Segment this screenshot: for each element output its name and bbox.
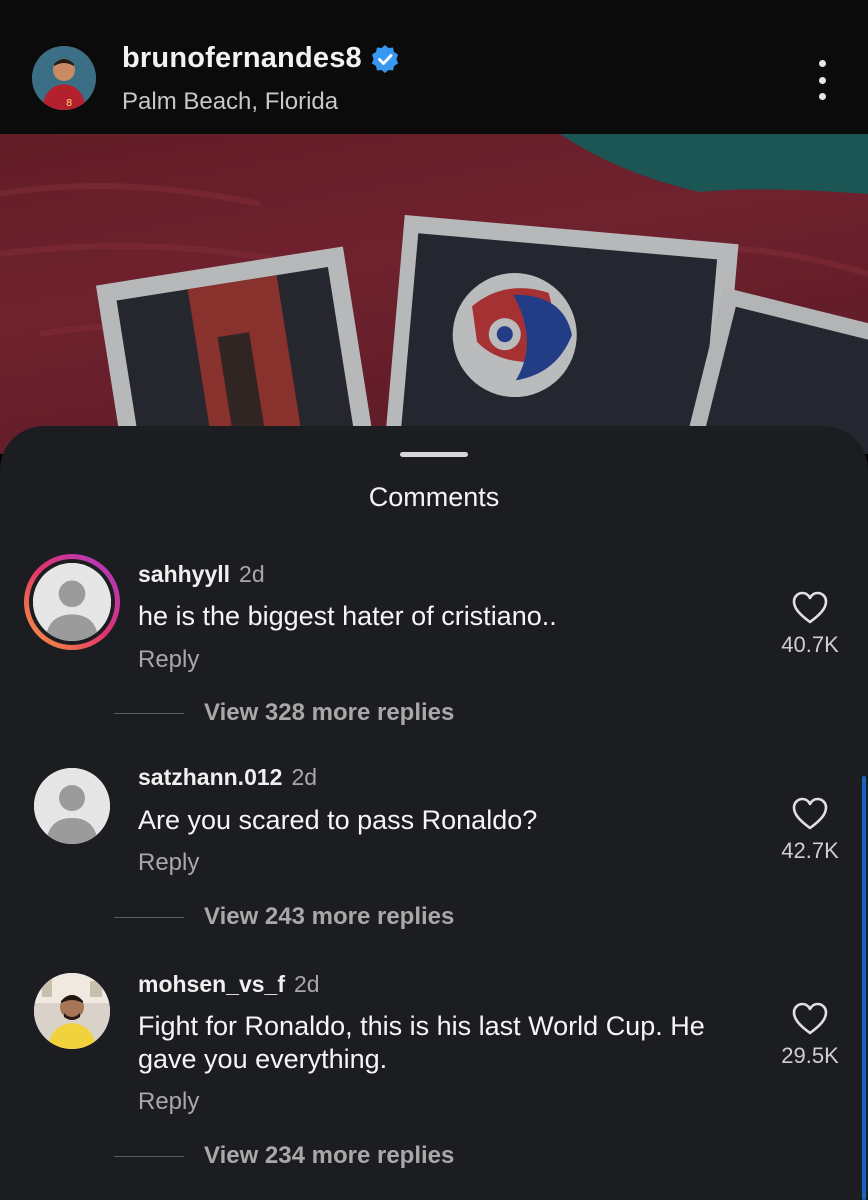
default-avatar-icon bbox=[34, 768, 110, 844]
comment-username[interactable]: satzhann.012 bbox=[138, 764, 282, 791]
reply-button[interactable]: Reply bbox=[138, 849, 199, 877]
scrollbar[interactable] bbox=[862, 776, 866, 1200]
profile-avatar[interactable]: 8 bbox=[32, 46, 96, 110]
default-avatar-icon bbox=[33, 563, 111, 641]
sheet-title: Comments bbox=[368, 482, 500, 512]
post-location[interactable]: Palm Beach, Florida bbox=[122, 88, 338, 116]
verified-badge-icon bbox=[371, 44, 398, 73]
view-replies-label[interactable]: View 234 more replies bbox=[204, 1142, 454, 1170]
comment-time: 2d bbox=[239, 561, 265, 587]
reply-button[interactable]: Reply bbox=[138, 1088, 199, 1116]
post-username[interactable]: brunofernandes8 bbox=[122, 42, 362, 75]
more-vertical-icon[interactable] bbox=[808, 60, 836, 100]
comment-time: 2d bbox=[294, 971, 320, 997]
image-dim-overlay bbox=[0, 134, 868, 454]
reply-button[interactable]: Reply bbox=[138, 646, 199, 674]
comment-time: 2d bbox=[291, 764, 318, 790]
post-image[interactable] bbox=[0, 134, 868, 454]
divider-line bbox=[114, 916, 184, 918]
heart-icon[interactable] bbox=[791, 590, 829, 626]
heart-icon[interactable] bbox=[791, 796, 829, 832]
heart-icon[interactable] bbox=[791, 1001, 829, 1037]
view-replies-label[interactable]: View 243 more replies bbox=[204, 903, 454, 931]
comment-avatar[interactable] bbox=[34, 973, 110, 1049]
comment-text: Are you scared to pass Ronaldo? bbox=[138, 805, 538, 835]
divider-line bbox=[114, 712, 184, 714]
like-control[interactable]: 29.5K bbox=[760, 1001, 860, 1069]
post-header: 8 brunofernandes8 Palm Beach, Florida bbox=[0, 0, 868, 134]
profile-photo: 8 bbox=[32, 46, 96, 110]
comment-text: he is the biggest hater of cristiano.. bbox=[138, 601, 557, 631]
comment-username[interactable]: sahhyyll bbox=[138, 561, 230, 588]
like-control[interactable]: 42.7K bbox=[760, 796, 860, 864]
comment-avatar[interactable] bbox=[24, 554, 120, 650]
like-count: 42.7K bbox=[781, 838, 839, 863]
svg-text:8: 8 bbox=[66, 98, 72, 109]
view-replies-label[interactable]: View 328 more replies bbox=[204, 699, 454, 727]
view-replies-button[interactable]: View 243 more replies bbox=[114, 903, 454, 931]
user-photo-avatar bbox=[34, 973, 110, 1049]
view-replies-button[interactable]: View 328 more replies bbox=[114, 699, 454, 727]
view-replies-button[interactable]: View 234 more replies bbox=[114, 1142, 454, 1170]
like-control[interactable]: 40.7K bbox=[760, 590, 860, 658]
like-count: 40.7K bbox=[781, 632, 839, 657]
comment-text: Fight for Ronaldo, this is his last Worl… bbox=[138, 1011, 705, 1074]
like-count: 29.5K bbox=[781, 1043, 839, 1068]
comment-avatar[interactable] bbox=[34, 768, 110, 844]
divider-line bbox=[114, 1155, 184, 1157]
comment-username[interactable]: mohsen_vs_f bbox=[138, 971, 285, 998]
drag-handle[interactable] bbox=[400, 452, 468, 457]
comments-sheet: Comments sahhyyll 2d he is the biggest h… bbox=[0, 426, 868, 1200]
